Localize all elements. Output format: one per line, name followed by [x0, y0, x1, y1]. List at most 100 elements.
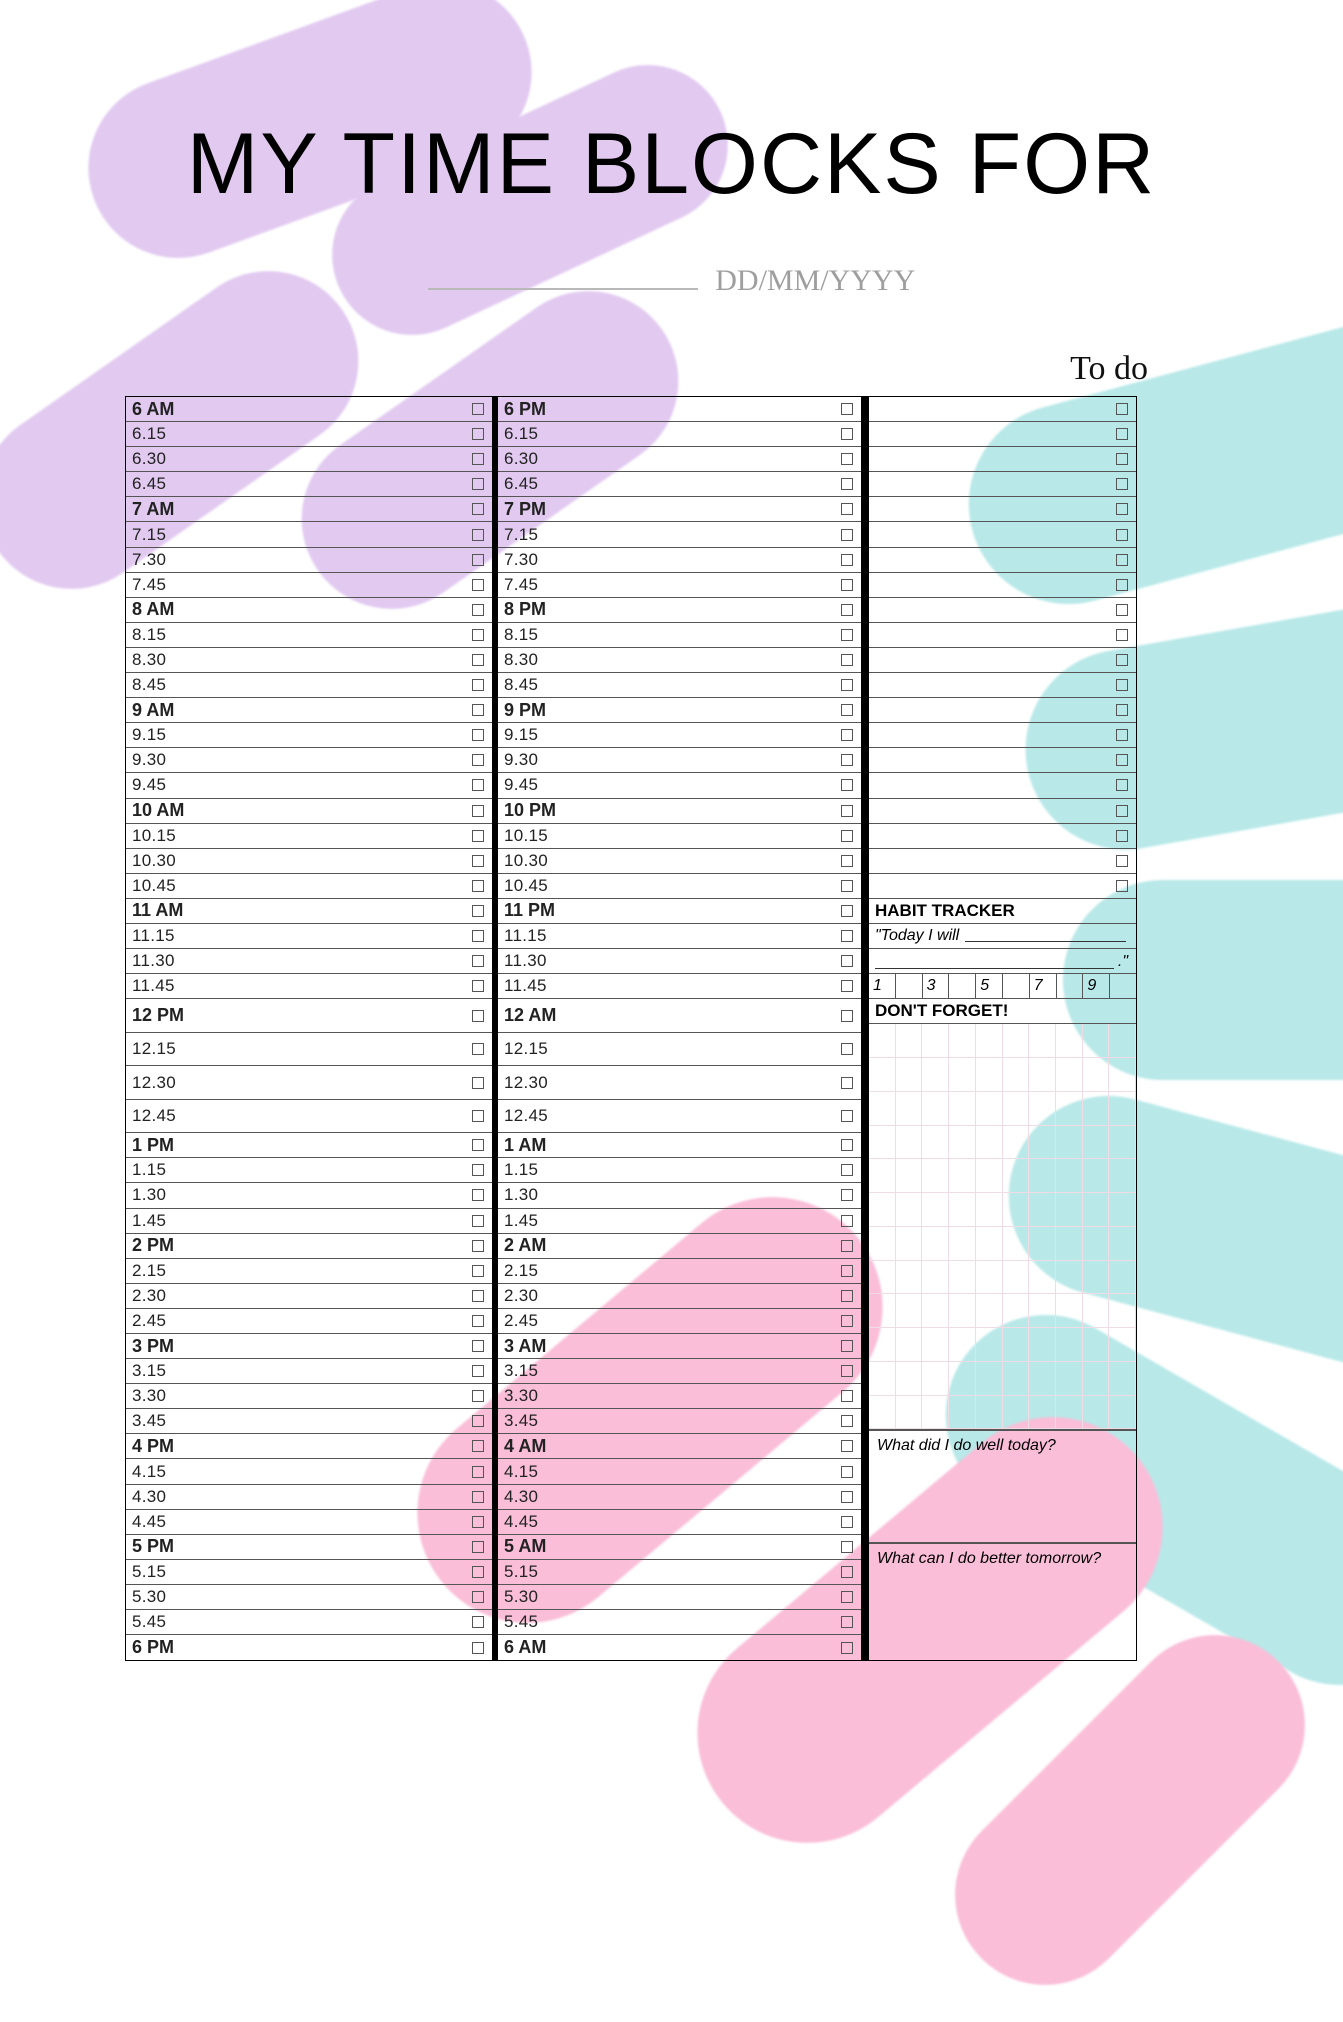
- checkbox-icon[interactable]: [472, 1164, 484, 1176]
- checkbox-icon[interactable]: [1116, 805, 1128, 817]
- time-row[interactable]: 8.45: [126, 673, 492, 698]
- checkbox-icon[interactable]: [841, 679, 853, 691]
- checkbox-icon[interactable]: [472, 1365, 484, 1377]
- checkbox-icon[interactable]: [472, 980, 484, 992]
- time-row[interactable]: 2 AM: [498, 1234, 861, 1259]
- time-row[interactable]: 1.15: [126, 1158, 492, 1183]
- date-underline[interactable]: [428, 288, 698, 290]
- time-row[interactable]: 9.15: [498, 723, 861, 748]
- checkbox-icon[interactable]: [1116, 880, 1128, 892]
- time-row[interactable]: 7.45: [126, 573, 492, 598]
- time-row[interactable]: 1.15: [498, 1158, 861, 1183]
- time-row[interactable]: 4.15: [126, 1459, 492, 1484]
- reflect-well[interactable]: What did I do well today?: [869, 1431, 1136, 1544]
- time-row[interactable]: 5 PM: [126, 1535, 492, 1560]
- todo-row[interactable]: [869, 422, 1136, 447]
- habit-day-cell[interactable]: 5: [976, 974, 1003, 998]
- time-row[interactable]: 11 PM: [498, 899, 861, 924]
- habit-day-cell[interactable]: 7: [1030, 974, 1057, 998]
- checkbox-icon[interactable]: [472, 1290, 484, 1302]
- time-row[interactable]: 9 AM: [126, 698, 492, 723]
- checkbox-icon[interactable]: [841, 1290, 853, 1302]
- checkbox-icon[interactable]: [472, 428, 484, 440]
- time-row[interactable]: 12.15: [126, 1033, 492, 1067]
- time-row[interactable]: 5.45: [498, 1610, 861, 1635]
- checkbox-icon[interactable]: [841, 754, 853, 766]
- checkbox-icon[interactable]: [472, 1265, 484, 1277]
- checkbox-icon[interactable]: [841, 629, 853, 641]
- checkbox-icon[interactable]: [1116, 679, 1128, 691]
- time-row[interactable]: 12 PM: [126, 999, 492, 1033]
- todo-row[interactable]: [869, 397, 1136, 422]
- time-row[interactable]: 2.15: [498, 1259, 861, 1284]
- time-row[interactable]: 5.45: [126, 1610, 492, 1635]
- checkbox-icon[interactable]: [1116, 503, 1128, 515]
- checkbox-icon[interactable]: [1116, 654, 1128, 666]
- time-row[interactable]: 7.30: [126, 548, 492, 573]
- time-row[interactable]: 6 PM: [498, 397, 861, 422]
- reflect-better[interactable]: What can I do better tomorrow?: [869, 1544, 1136, 1657]
- checkbox-icon[interactable]: [841, 729, 853, 741]
- checkbox-icon[interactable]: [1116, 453, 1128, 465]
- checkbox-icon[interactable]: [1116, 704, 1128, 716]
- time-row[interactable]: 2.30: [498, 1284, 861, 1309]
- time-row[interactable]: 6.45: [126, 472, 492, 497]
- time-row[interactable]: 9.15: [126, 723, 492, 748]
- checkbox-icon[interactable]: [472, 1077, 484, 1089]
- checkbox-icon[interactable]: [472, 1139, 484, 1151]
- write-line[interactable]: [875, 955, 1114, 969]
- time-row[interactable]: 7 PM: [498, 497, 861, 522]
- checkbox-icon[interactable]: [841, 980, 853, 992]
- checkbox-icon[interactable]: [472, 805, 484, 817]
- checkbox-icon[interactable]: [472, 529, 484, 541]
- checkbox-icon[interactable]: [472, 754, 484, 766]
- checkbox-icon[interactable]: [472, 1591, 484, 1603]
- checkbox-icon[interactable]: [841, 1265, 853, 1277]
- time-row[interactable]: 1 PM: [126, 1133, 492, 1158]
- checkbox-icon[interactable]: [472, 729, 484, 741]
- checkbox-icon[interactable]: [841, 1390, 853, 1402]
- checkbox-icon[interactable]: [472, 1516, 484, 1528]
- checkbox-icon[interactable]: [472, 1642, 484, 1654]
- todo-row[interactable]: [869, 874, 1136, 899]
- time-row[interactable]: 8.15: [126, 623, 492, 648]
- checkbox-icon[interactable]: [1116, 855, 1128, 867]
- checkbox-icon[interactable]: [472, 855, 484, 867]
- time-row[interactable]: 7 AM: [126, 497, 492, 522]
- time-row[interactable]: 5.30: [126, 1585, 492, 1610]
- dont-forget-grid[interactable]: [869, 1024, 1136, 1431]
- checkbox-icon[interactable]: [1116, 729, 1128, 741]
- time-row[interactable]: 4.30: [498, 1485, 861, 1510]
- checkbox-icon[interactable]: [841, 855, 853, 867]
- time-row[interactable]: 10 PM: [498, 799, 861, 824]
- checkbox-icon[interactable]: [1116, 629, 1128, 641]
- checkbox-icon[interactable]: [472, 1466, 484, 1478]
- checkbox-icon[interactable]: [472, 478, 484, 490]
- time-row[interactable]: 10 AM: [126, 799, 492, 824]
- checkbox-icon[interactable]: [1116, 754, 1128, 766]
- todo-row[interactable]: [869, 773, 1136, 798]
- time-row[interactable]: 6.45: [498, 472, 861, 497]
- checkbox-icon[interactable]: [472, 955, 484, 967]
- checkbox-icon[interactable]: [841, 1189, 853, 1201]
- time-row[interactable]: 6 PM: [126, 1635, 492, 1660]
- todo-row[interactable]: [869, 522, 1136, 547]
- time-row[interactable]: 10.30: [498, 849, 861, 874]
- habit-day-cell[interactable]: [1003, 974, 1030, 998]
- write-line[interactable]: [965, 928, 1126, 942]
- time-row[interactable]: 11.45: [126, 974, 492, 999]
- checkbox-icon[interactable]: [841, 579, 853, 591]
- todo-row[interactable]: [869, 824, 1136, 849]
- checkbox-icon[interactable]: [841, 1642, 853, 1654]
- checkbox-icon[interactable]: [1116, 830, 1128, 842]
- checkbox-icon[interactable]: [841, 1491, 853, 1503]
- todo-row[interactable]: [869, 799, 1136, 824]
- time-row[interactable]: 9.30: [498, 748, 861, 773]
- checkbox-icon[interactable]: [472, 554, 484, 566]
- checkbox-icon[interactable]: [841, 1541, 853, 1553]
- time-row[interactable]: 8.30: [498, 648, 861, 673]
- time-row[interactable]: 3.45: [126, 1409, 492, 1434]
- checkbox-icon[interactable]: [472, 654, 484, 666]
- time-row[interactable]: 12.30: [126, 1066, 492, 1100]
- habit-quote-close[interactable]: .": [869, 949, 1136, 974]
